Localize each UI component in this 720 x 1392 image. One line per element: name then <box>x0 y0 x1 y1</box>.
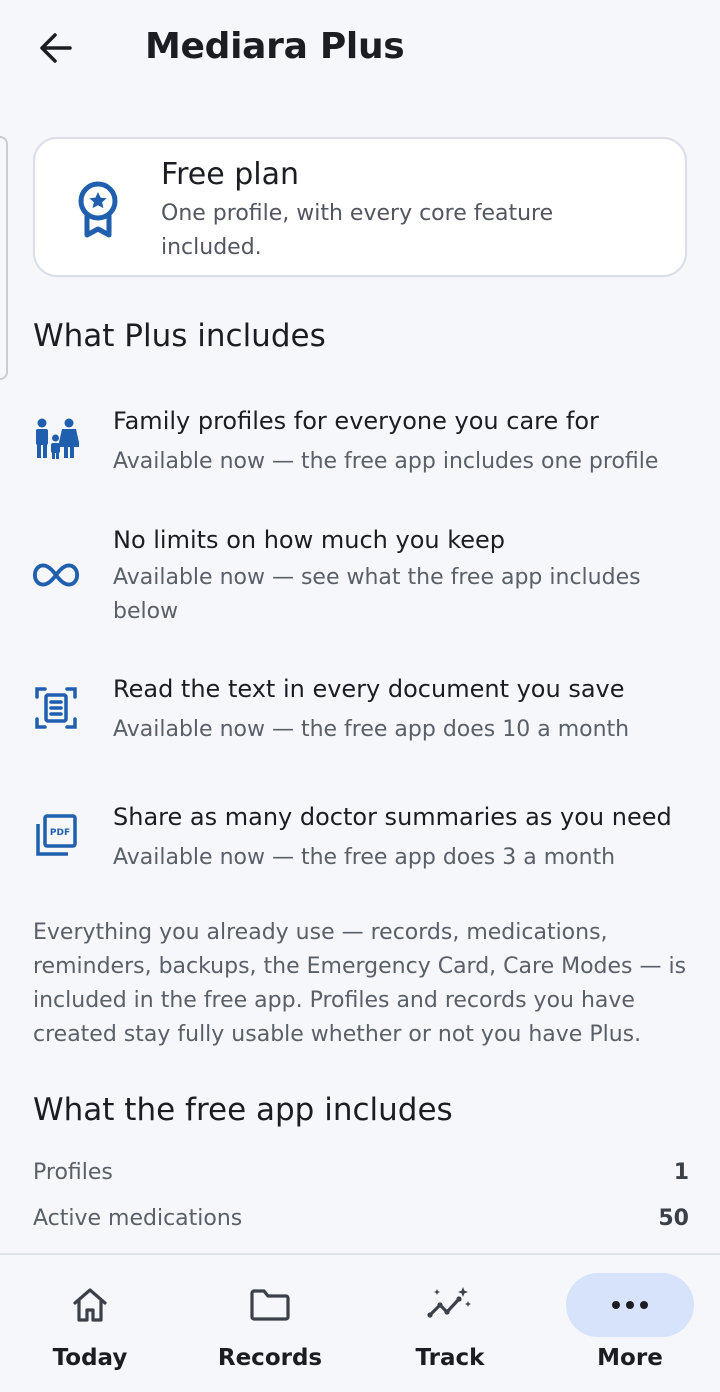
limit-value: 50 <box>658 1206 689 1231</box>
limit-label: Profiles <box>33 1160 113 1185</box>
nav-label: Track <box>415 1345 485 1371</box>
plus-section-title: What Plus includes <box>33 318 326 354</box>
plan-subtitle: One profile, with every core feature inc… <box>161 201 554 260</box>
arrow-left-icon <box>40 33 72 63</box>
folder-icon <box>250 1289 290 1321</box>
sparkle-trend-icon <box>427 1287 471 1318</box>
feature-title: Share as many doctor summaries as you ne… <box>113 803 672 831</box>
pdf-icon: PDF <box>32 812 80 860</box>
svg-text:PDF: PDF <box>50 828 70 838</box>
back-button[interactable] <box>36 28 76 68</box>
infinity-icon <box>32 551 80 599</box>
nav-item-more[interactable]: More <box>540 1255 720 1392</box>
bottom-navigation: Today Records Track More <box>0 1253 720 1390</box>
free-section-title: What the free app includes <box>33 1092 453 1128</box>
nav-item-today[interactable]: Today <box>0 1255 180 1392</box>
more-dots-icon <box>612 1301 648 1309</box>
feature-subtitle: Available now — see what the free app in… <box>113 565 641 624</box>
plan-title: Free plan <box>161 157 299 192</box>
app-bar: Mediara Plus <box>0 0 720 100</box>
home-icon <box>73 1288 107 1322</box>
plan-card: Free plan One profile, with every core f… <box>33 137 687 277</box>
nav-label: Today <box>52 1345 128 1371</box>
limit-label: Active medications <box>33 1206 243 1231</box>
free-app-note: Everything you already use — records, me… <box>33 920 687 1047</box>
feature-subtitle: Available now — the free app does 10 a m… <box>113 717 630 742</box>
family-icon <box>32 416 80 464</box>
feature-title: No limits on how much you keep <box>113 526 506 554</box>
previous-card-edge <box>0 136 8 380</box>
nav-item-track[interactable]: Track <box>360 1255 540 1392</box>
limit-value: 1 <box>673 1160 689 1185</box>
nav-item-records[interactable]: Records <box>180 1255 360 1392</box>
nav-label: More <box>597 1345 663 1371</box>
award-badge-icon <box>78 181 118 238</box>
feature-title: Family profiles for everyone you care fo… <box>113 407 599 435</box>
nav-label: Records <box>217 1345 323 1371</box>
feature-subtitle: Available now — the free app includes on… <box>113 449 659 474</box>
page-title: Mediara Plus <box>145 26 405 67</box>
document-scan-icon <box>32 684 80 732</box>
feature-title: Read the text in every document you save <box>113 675 625 703</box>
feature-subtitle: Available now — the free app does 3 a mo… <box>113 845 616 870</box>
